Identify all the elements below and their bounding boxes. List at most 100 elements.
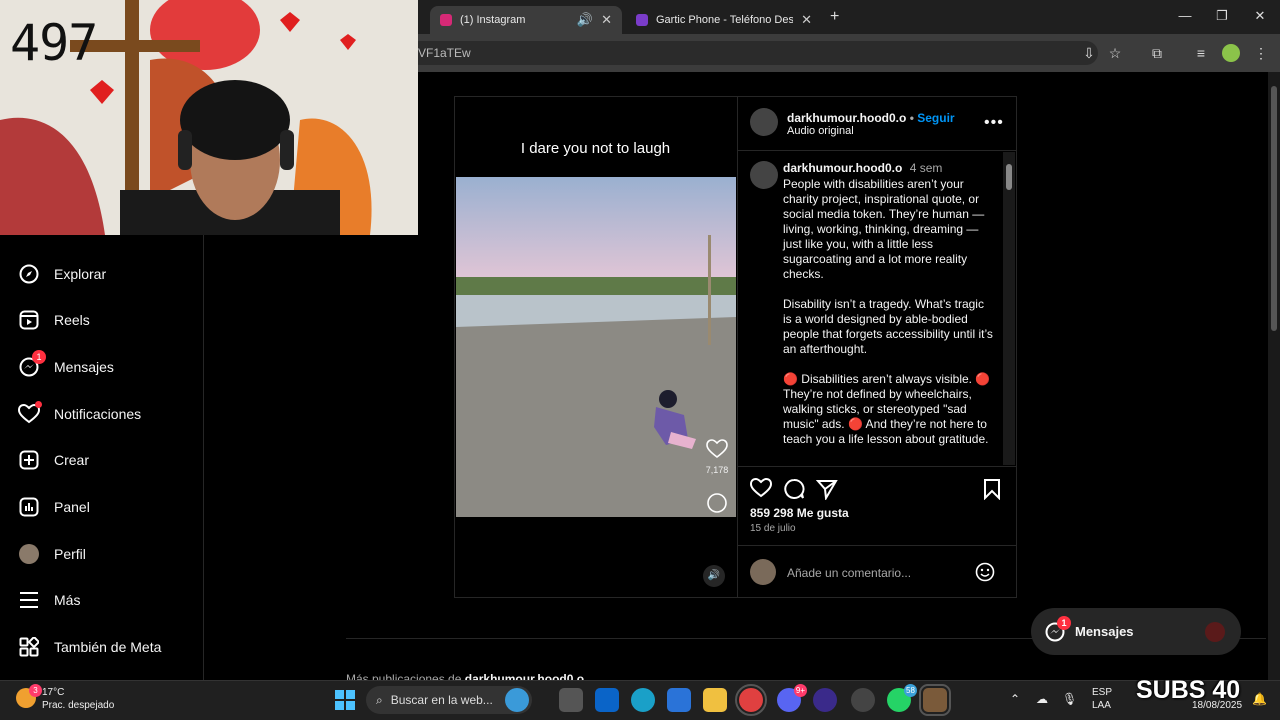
messages-badge: 1	[32, 350, 46, 364]
edge-icon[interactable]	[631, 688, 655, 712]
sidebar-item-label: Más	[54, 592, 81, 608]
video-like-count: 7,178	[705, 465, 729, 475]
browser-menu-icon[interactable]: ⋮	[1252, 44, 1270, 62]
minimize-icon[interactable]: —	[1175, 8, 1195, 26]
tab-title: Gartic Phone - Teléfono Descon	[656, 14, 794, 26]
sidebar-item-notificaciones[interactable]: Notificaciones	[18, 398, 198, 430]
video-comment-icon[interactable]	[706, 492, 728, 514]
chart-icon	[18, 496, 40, 518]
meta-apps-icon	[18, 636, 40, 658]
discord-icon[interactable]: 9+	[777, 684, 807, 712]
contact-avatar	[1205, 621, 1225, 642]
comments-scroll-thumb[interactable]	[1006, 164, 1012, 190]
divider	[737, 545, 1016, 546]
sidebar-item-crear[interactable]: Crear	[18, 444, 198, 476]
like-count[interactable]: 859 298 Me gusta	[750, 506, 849, 520]
sidebar-item-perfil[interactable]: Perfil	[18, 538, 198, 570]
tab-close-icon[interactable]: ✕	[601, 12, 612, 28]
comment-username[interactable]: darkhumour.hood0.o	[783, 161, 902, 175]
sidebar-item-mensajes[interactable]: 1 Mensajes	[18, 350, 198, 383]
whatsapp-icon[interactable]: 58	[887, 684, 917, 712]
follow-button[interactable]: Seguir	[917, 111, 954, 125]
sidebar-item-label: También de Meta	[54, 639, 162, 655]
comment-input[interactable]: Añade un comentario...	[787, 566, 911, 580]
caption-comment: darkhumour.hood0.o 4 sem People with dis…	[783, 161, 995, 462]
sidebar-item-label: Explorar	[54, 266, 107, 282]
video-frame[interactable]: 7,178	[456, 177, 736, 517]
video-like-icon[interactable]	[706, 439, 728, 461]
sidebar-item-panel[interactable]: Panel	[18, 491, 198, 523]
emoji-icon[interactable]	[975, 562, 995, 582]
keyboard-layout[interactable]: LAA	[1092, 700, 1111, 711]
messages-floating-button[interactable]: 1 Mensajes	[1031, 608, 1241, 655]
save-bookmark-icon[interactable]	[982, 478, 1004, 501]
sidebar-item-label: Perfil	[54, 546, 86, 562]
close-window-icon[interactable]: ✕	[1250, 8, 1270, 26]
bookmark-star-icon[interactable]: ☆	[1106, 44, 1124, 62]
store-icon[interactable]	[667, 688, 691, 712]
speaker-icon[interactable]: 🔊	[577, 12, 593, 28]
new-tab-button[interactable]: +	[830, 8, 839, 26]
separator-dot: •	[909, 111, 914, 125]
viewer-avatar	[750, 559, 776, 585]
chrome-icon[interactable]	[735, 684, 767, 716]
obs-icon[interactable]	[813, 688, 837, 712]
heart-icon	[18, 401, 42, 425]
avatar-icon	[18, 543, 40, 565]
search-icon: ⌕	[376, 692, 383, 707]
sidebar-item-mas[interactable]: Más	[18, 584, 198, 616]
weather-icon[interactable]: 3	[16, 684, 42, 708]
weather-badge: 3	[29, 684, 42, 697]
minecraft-icon[interactable]	[919, 684, 951, 716]
post-header: darkhumour.hood0.o • Seguir	[787, 111, 955, 125]
steam-icon[interactable]	[851, 688, 875, 712]
sidebar-item-label: Notificaciones	[54, 406, 142, 422]
comments-scrollbar[interactable]	[1003, 152, 1015, 465]
whatsapp-badge: 58	[904, 684, 917, 697]
like-icon[interactable]	[749, 477, 773, 500]
language-indicator[interactable]: ESP	[1092, 687, 1112, 698]
author-avatar[interactable]	[750, 108, 778, 136]
sidebar-item-tambien-de-meta[interactable]: También de Meta	[18, 631, 198, 663]
caption-paragraph: Disability isn’t a tragedy. What’s tragi…	[783, 297, 993, 356]
page-scroll-thumb[interactable]	[1271, 86, 1277, 331]
outlook-icon[interactable]	[595, 688, 619, 712]
audio-label[interactable]: Audio original	[787, 125, 854, 137]
tab-gartic-phone[interactable]: Gartic Phone - Teléfono Descon ✕	[626, 6, 822, 34]
comment-author-avatar[interactable]	[750, 161, 778, 189]
reels-icon	[18, 309, 40, 331]
tray-chevron-icon[interactable]: ⌃	[1010, 692, 1020, 706]
address-bar[interactable]: VF1aTEw	[408, 41, 1098, 65]
windows-start-icon[interactable]	[334, 689, 356, 711]
notification-dot	[35, 401, 42, 408]
install-app-icon[interactable]: ⇩	[1080, 44, 1098, 62]
tab-close-icon[interactable]: ✕	[801, 12, 812, 28]
volume-icon[interactable]: 🔊	[703, 565, 725, 587]
plus-square-icon	[18, 449, 40, 471]
restore-icon[interactable]: ❐	[1212, 8, 1232, 26]
extensions-icon[interactable]: ⧉	[1148, 44, 1166, 62]
onedrive-icon[interactable]: ☁	[1036, 692, 1048, 706]
sidebar-item-explorar[interactable]: Explorar	[18, 258, 198, 290]
file-explorer-icon[interactable]	[703, 688, 727, 712]
messenger-icon: 1	[1045, 615, 1071, 642]
profile-avatar-icon[interactable]	[1222, 44, 1240, 62]
webcam-overlay: 497	[0, 0, 418, 235]
sidebar-item-label: Panel	[54, 499, 90, 515]
caption-paragraph: People with disabilities aren’t your cha…	[783, 177, 985, 281]
notifications-icon[interactable]: 🔔	[1252, 692, 1267, 706]
more-options-icon[interactable]: •••	[984, 114, 1004, 132]
author-username[interactable]: darkhumour.hood0.o	[787, 111, 906, 125]
menu-icon	[18, 589, 40, 611]
comment-age: 4 sem	[909, 161, 943, 175]
sidebar-item-reels[interactable]: Reels	[18, 304, 198, 336]
divider	[737, 150, 1016, 151]
task-view-icon[interactable]	[559, 688, 583, 712]
comment-icon[interactable]	[783, 478, 805, 500]
tab-instagram[interactable]: (1) Instagram 🔊 ✕	[430, 6, 622, 34]
microphone-icon[interactable]: 🎙	[1062, 692, 1077, 706]
share-icon[interactable]	[815, 478, 838, 502]
search-highlight-icon[interactable]	[505, 688, 529, 712]
weather-temp: 17°C	[42, 687, 65, 698]
media-controls-icon[interactable]: ≡	[1192, 44, 1210, 62]
